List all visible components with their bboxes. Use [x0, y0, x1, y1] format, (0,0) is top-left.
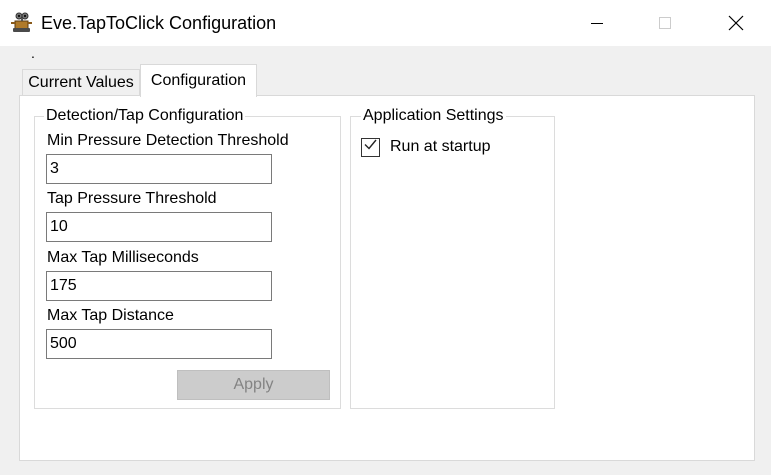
app-window: Eve.TapToClick Configuration . Current V…	[0, 0, 771, 475]
run-at-startup-label: Run at startup	[390, 138, 491, 155]
title-bar[interactable]: Eve.TapToClick Configuration	[0, 0, 771, 46]
minimize-icon	[590, 16, 604, 30]
maximize-button[interactable]	[642, 0, 688, 46]
max-tap-distance-input[interactable]	[46, 329, 272, 359]
tab-current-values[interactable]: Current Values	[22, 69, 140, 96]
close-icon	[728, 15, 744, 31]
tab-configuration[interactable]: Configuration	[140, 64, 257, 97]
minimize-button[interactable]	[574, 0, 620, 46]
checkmark-icon	[363, 137, 378, 157]
window-title: Eve.TapToClick Configuration	[41, 13, 277, 33]
close-button[interactable]	[713, 0, 759, 46]
max-tap-distance-label: Max Tap Distance	[47, 307, 174, 324]
tap-pressure-input[interactable]	[46, 212, 272, 242]
application-settings-group: Application Settings	[350, 107, 555, 409]
run-at-startup-checkbox[interactable]	[361, 137, 380, 157]
run-at-startup-checkbox-row[interactable]: Run at startup	[361, 136, 491, 158]
maximize-icon	[658, 16, 672, 30]
tap-pressure-label: Tap Pressure Threshold	[47, 190, 217, 207]
app-settings-group-title: Application Settings	[361, 107, 506, 125]
min-pressure-input[interactable]	[46, 154, 272, 184]
detection-group-title: Detection/Tap Configuration	[44, 107, 246, 125]
max-tap-ms-input[interactable]	[46, 271, 272, 301]
status-dot-label: .	[31, 45, 35, 61]
min-pressure-label: Min Pressure Detection Threshold	[47, 132, 289, 149]
apply-button[interactable]: Apply	[177, 370, 330, 400]
wall-e-robot-icon	[10, 10, 34, 34]
max-tap-ms-label: Max Tap Milliseconds	[47, 249, 199, 266]
